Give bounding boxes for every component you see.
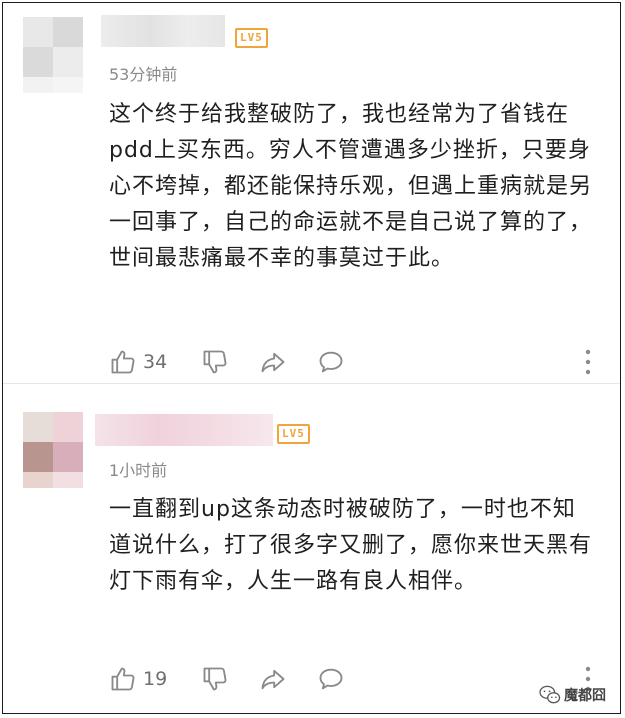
comment-actions: 34 [109, 345, 598, 379]
thumbs-up-icon [111, 667, 135, 691]
dislike-button[interactable] [201, 662, 229, 696]
thumbs-up-icon [111, 350, 135, 374]
like-count: 19 [143, 668, 168, 690]
comment-item: LV5 53分钟前 这个终于给我整破防了，我也经常为了省钱在pdd上买东西。穷人… [3, 3, 620, 384]
avatar[interactable] [23, 412, 83, 488]
level-badge: LV5 [235, 28, 268, 48]
share-icon [261, 352, 285, 373]
more-vertical-icon [585, 349, 591, 375]
more-menu-button[interactable] [578, 345, 598, 379]
comment-actions: 19 [109, 662, 598, 696]
comment-icon [319, 668, 343, 690]
comment-icon [319, 351, 343, 373]
comment-time: 1小时前 [109, 461, 168, 480]
like-count: 34 [143, 351, 168, 373]
comment-list: LV5 53分钟前 这个终于给我整破防了，我也经常为了省钱在pdd上买东西。穷人… [2, 2, 621, 714]
username-blurred[interactable] [95, 414, 273, 446]
share-icon [261, 669, 285, 690]
share-button[interactable] [259, 345, 287, 379]
like-button[interactable]: 19 [109, 662, 167, 696]
dislike-button[interactable] [201, 345, 229, 379]
reply-button[interactable] [317, 662, 345, 696]
username-blurred[interactable] [101, 15, 225, 47]
comment-time: 53分钟前 [109, 65, 178, 84]
comment-text: 这个终于给我整破防了，我也经常为了省钱在pdd上买东西。穷人不管遭遇多少挫折，只… [109, 102, 593, 271]
thumbs-down-icon [203, 350, 227, 374]
reply-button[interactable] [317, 345, 345, 379]
like-button[interactable]: 34 [109, 345, 167, 379]
watermark-text: 魔都囧 [564, 688, 606, 704]
wechat-icon [539, 685, 561, 704]
level-badge: LV5 [277, 424, 310, 444]
comment-text: 一直翻到up这条动态时被破防了，一时也不知道说什么，打了很多字又删了，愿你来世天… [109, 497, 593, 594]
share-button[interactable] [259, 662, 287, 696]
comment-item: LV5 1小时前 一直翻到up这条动态时被破防了，一时也不知道说什么，打了很多字… [3, 384, 620, 713]
avatar[interactable] [23, 17, 83, 93]
thumbs-down-icon [203, 667, 227, 691]
watermark: 魔都囧 [539, 685, 606, 705]
